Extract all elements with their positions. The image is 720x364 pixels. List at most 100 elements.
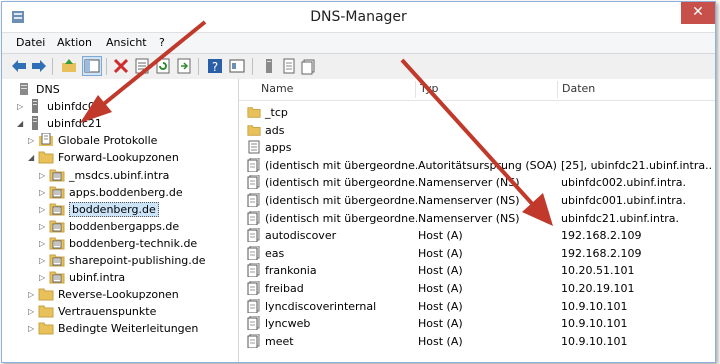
delete-icon[interactable] <box>112 57 130 75</box>
record-type: Host (A) <box>418 264 463 278</box>
record-icon <box>247 281 261 295</box>
record-name: (identisch mit übergeordne... <box>265 176 417 190</box>
record-type: Host (A) <box>418 299 463 313</box>
expand-icon[interactable]: ▷ <box>28 303 38 320</box>
show-hide-tree-icon[interactable] <box>82 56 102 76</box>
tree-item-forward-lookupzonen[interactable]: ◢ Forward-Lookupzonen <box>28 149 179 166</box>
up-folder-icon[interactable] <box>60 57 78 75</box>
tree-item-ubinf-intra[interactable]: ▷ ubinf.intra <box>39 269 125 286</box>
expand-icon[interactable]: ▷ <box>39 252 49 269</box>
tree-item-vertrauenspunkte[interactable]: ▷ Vertrauenspunkte <box>28 303 156 320</box>
table-row[interactable]: ads <box>239 122 715 139</box>
record-name: (identisch mit übergeordne... <box>265 211 417 225</box>
tree-item-boddenberg-de[interactable]: ▷ boddenberg.de <box>39 201 159 218</box>
table-row[interactable]: autodiscover Host (A) 192.168.2.109 <box>239 227 715 244</box>
folder-icon <box>247 123 261 137</box>
column-header-name[interactable]: Name <box>261 82 293 95</box>
record-type: Namenserver (NS) <box>418 194 520 207</box>
record-data: 192.168.2.109 <box>561 246 642 260</box>
tree-item-label: DNS <box>36 83 60 96</box>
log-icon <box>38 133 54 147</box>
record-data: 10.20.19.101 <box>561 282 635 295</box>
table-row[interactable]: eas Host (A) 192.168.2.109 <box>239 245 715 262</box>
close-button[interactable]: ✕ <box>681 2 715 24</box>
record-name: (identisch mit übergeordne... <box>265 194 417 207</box>
tree-item-label: _msdcs.ubinf.intra <box>69 168 170 182</box>
record-type: Host (A) <box>418 317 463 331</box>
export-list-icon[interactable] <box>175 57 193 75</box>
tree-item-dns[interactable]: DNS <box>6 81 60 98</box>
record-name-cell: (identisch mit übergeordne... <box>247 210 417 227</box>
toolbar: ? <box>2 53 715 80</box>
menu-datei[interactable]: Datei <box>16 36 45 49</box>
column-header-type[interactable]: Typ <box>420 82 439 95</box>
record-icon <box>247 245 261 260</box>
tree-item-sharepoint-publishing-de[interactable]: ▷ sharepoint-publishing.de <box>39 252 206 269</box>
toolbar-separator <box>106 58 107 75</box>
mmc-view-icon[interactable] <box>228 57 246 75</box>
table-row[interactable]: (identisch mit übergeordne... Namenserver… <box>239 210 715 227</box>
forward-arrow-icon[interactable] <box>30 57 48 75</box>
expand-icon[interactable]: ▷ <box>28 320 38 337</box>
server-icon[interactable] <box>260 57 278 75</box>
tree-item-label: ubinfdc21 <box>47 117 102 131</box>
table-row[interactable]: lyncdiscoverinternal Host (A) 10.9.10.101 <box>239 298 715 315</box>
menu-help[interactable]: ? <box>159 36 165 49</box>
help-icon[interactable]: ? <box>206 57 224 75</box>
column-separator[interactable] <box>415 81 416 98</box>
record-name: ads <box>265 123 285 137</box>
table-row[interactable]: apps <box>239 139 715 156</box>
properties-icon[interactable] <box>133 57 151 75</box>
record-data: ubinfdc001.ubinf.intra. <box>561 194 687 207</box>
record-name-cell: autodiscover <box>247 227 417 244</box>
record-name-cell: (identisch mit übergeordne... <box>247 192 417 209</box>
column-separator[interactable] <box>557 81 558 98</box>
folder-icon <box>38 150 54 164</box>
tree-item-ubinfdc21[interactable]: ◢ ubinfdc21 <box>17 115 102 132</box>
tree-item-boddenberg-technik-de[interactable]: ▷ boddenberg-technik.de <box>39 235 197 252</box>
expand-icon[interactable]: ▷ <box>39 235 49 252</box>
table-row[interactable]: (identisch mit übergeordne... Namenserver… <box>239 174 715 191</box>
tree-item-bedingte-weiterleitungen[interactable]: ▷ Bedingte Weiterleitungen <box>28 320 198 337</box>
expand-icon[interactable]: ▷ <box>39 167 49 184</box>
expand-icon[interactable]: ▷ <box>39 218 49 235</box>
tree-item-reverse-lookupzonen[interactable]: ▷ Reverse-Lookupzonen <box>28 286 179 303</box>
table-row[interactable]: (identisch mit übergeordne... Autoritätsu… <box>239 157 715 174</box>
menu-ansicht[interactable]: Ansicht <box>106 36 147 49</box>
zone-icon[interactable] <box>280 57 298 75</box>
expand-icon[interactable]: ▷ <box>39 201 49 218</box>
expand-icon[interactable]: ▷ <box>17 98 27 115</box>
refresh-icon[interactable] <box>154 57 172 75</box>
table-row[interactable]: (identisch mit übergeordne... Namenserver… <box>239 192 715 209</box>
record-name-cell: ads <box>247 122 417 139</box>
table-row[interactable]: freibad Host (A) 10.20.19.101 <box>239 280 715 297</box>
tree-item-label: apps.boddenberg.de <box>69 185 183 199</box>
expand-icon[interactable]: ▷ <box>28 132 38 149</box>
tree-item-label: ubinf.intra <box>69 271 126 285</box>
record-name-cell: _tcp <box>247 104 417 121</box>
tree-item-boddenbergapps-de[interactable]: ▷ boddenbergapps.de <box>39 218 179 235</box>
back-arrow-icon[interactable] <box>10 57 28 75</box>
table-row[interactable]: meet Host (A) 10.9.10.101 <box>239 333 715 350</box>
tree-item-msdcs-ubinf-intra[interactable]: ▷ _msdcs.ubinf.intra <box>39 167 169 184</box>
menu-aktion[interactable]: Aktion <box>57 36 92 49</box>
table-row[interactable]: _tcp <box>239 104 715 121</box>
tree-item-ubinfdc001[interactable]: ▷ ubinfdc001 <box>17 98 109 115</box>
tree-item-apps-boddenberg-de[interactable]: ▷ apps.boddenberg.de <box>39 184 183 201</box>
tree-item-globale-protokolle[interactable]: ▷ Globale Protokolle <box>28 132 157 149</box>
delegation-icon <box>247 140 261 154</box>
collapse-icon[interactable]: ◢ <box>28 149 38 166</box>
expand-icon[interactable]: ▷ <box>39 269 49 286</box>
table-row[interactable]: frankonia Host (A) 10.20.51.101 <box>239 262 715 279</box>
collapse-icon[interactable]: ◢ <box>17 115 27 132</box>
record-data: 192.168.2.109 <box>561 229 642 243</box>
column-header-data[interactable]: Daten <box>562 82 595 95</box>
record-name: apps <box>265 141 292 155</box>
folder-icon <box>247 105 261 119</box>
expand-icon[interactable]: ▷ <box>39 184 49 201</box>
record-icon <box>247 228 261 243</box>
list-header: Name Typ Daten <box>239 79 715 101</box>
expand-icon[interactable]: ▷ <box>28 286 38 303</box>
table-row[interactable]: lyncweb Host (A) 10.9.10.101 <box>239 315 715 332</box>
record-icon[interactable] <box>300 57 318 75</box>
